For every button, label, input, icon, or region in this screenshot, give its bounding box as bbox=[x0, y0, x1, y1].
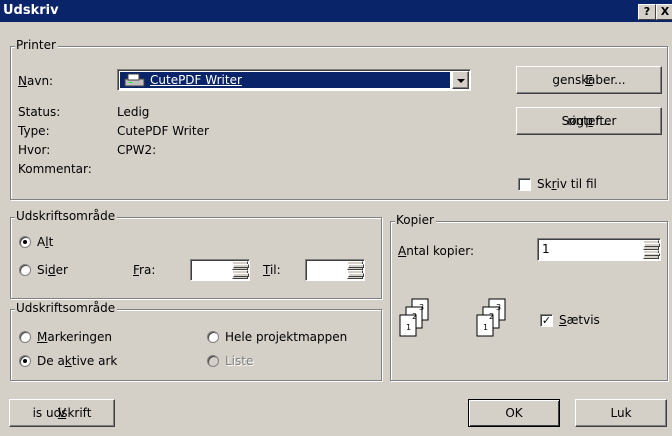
all-radio[interactable] bbox=[19, 236, 31, 248]
printer-name-label: Navn: bbox=[18, 74, 54, 88]
entire-workbook-label: Hele projektmappen bbox=[225, 330, 348, 344]
from-spin-up[interactable] bbox=[232, 261, 249, 270]
to-spinner[interactable] bbox=[347, 261, 364, 279]
copies-spin-down[interactable] bbox=[643, 249, 660, 259]
svg-text:2: 2 bbox=[489, 312, 494, 321]
printer-dropdown-button[interactable] bbox=[452, 71, 469, 89]
pages-radio[interactable] bbox=[19, 264, 31, 276]
from-spin-down[interactable] bbox=[232, 270, 249, 279]
copies-spin-up[interactable] bbox=[643, 240, 660, 250]
where-label: Hvor: bbox=[18, 143, 51, 157]
type-value: CutePDF Writer bbox=[117, 124, 209, 138]
svg-text:1: 1 bbox=[406, 323, 411, 332]
to-label: Til: bbox=[263, 263, 281, 277]
to-spin-down[interactable] bbox=[347, 270, 364, 279]
pages-label: Sider bbox=[37, 263, 68, 277]
arrow-up-icon bbox=[233, 264, 249, 268]
list-radio bbox=[207, 355, 219, 367]
status-label: Status: bbox=[18, 105, 61, 119]
print-what-group-label: Udskriftsområde bbox=[15, 301, 118, 315]
to-field[interactable] bbox=[305, 259, 365, 281]
svg-text:3: 3 bbox=[496, 303, 501, 312]
collate-checkbox[interactable]: ✓ bbox=[540, 314, 553, 327]
svg-text:3: 3 bbox=[419, 303, 424, 312]
copies-count-field[interactable]: 1 bbox=[537, 238, 661, 261]
comment-label: Kommentar: bbox=[18, 162, 92, 176]
print-range-group-label: Udskriftsområde bbox=[15, 209, 118, 223]
arrow-up-icon bbox=[348, 264, 364, 268]
print-to-file-checkbox[interactable] bbox=[518, 178, 531, 191]
svg-text:1: 1 bbox=[483, 323, 488, 332]
to-spin-up[interactable] bbox=[347, 261, 364, 270]
printer-select[interactable]: CutePDF Writer bbox=[117, 69, 471, 91]
print-range-group bbox=[10, 217, 382, 299]
entire-workbook-radio[interactable] bbox=[207, 331, 219, 343]
copies-count-value: 1 bbox=[542, 242, 550, 256]
arrow-down-icon bbox=[348, 273, 364, 277]
from-label: Fra: bbox=[133, 263, 156, 277]
printer-group-label: Printer bbox=[15, 38, 58, 52]
properties-button[interactable]: Egenskaber... bbox=[516, 66, 662, 94]
selection-radio[interactable] bbox=[19, 331, 31, 343]
selection-label: Markeringen bbox=[37, 330, 113, 344]
ok-button[interactable]: OK bbox=[468, 399, 560, 427]
chevron-down-icon bbox=[457, 79, 465, 83]
from-field[interactable] bbox=[190, 259, 250, 281]
print-dialog: Udskriv ? X Printer Navn: CutePDF Writer… bbox=[0, 0, 672, 436]
printer-select-value: CutePDF Writer bbox=[150, 73, 242, 87]
find-printer-button[interactable]: Søg efter p rinter... bbox=[516, 107, 662, 135]
type-label: Type: bbox=[18, 124, 50, 138]
window-title: Udskriv bbox=[3, 3, 59, 18]
printer-icon bbox=[124, 73, 145, 87]
close-button[interactable]: Luk bbox=[575, 399, 667, 427]
collate-pages-icon: 3 2 1 bbox=[399, 298, 429, 337]
from-spinner[interactable] bbox=[232, 261, 249, 279]
print-what-group bbox=[10, 309, 382, 381]
arrow-up-icon bbox=[644, 243, 660, 247]
print-to-file-label: Skriv til fil bbox=[537, 177, 597, 191]
copies-count-label: Antal kopier: bbox=[398, 244, 474, 258]
list-label: Liste bbox=[225, 354, 254, 368]
svg-text:2: 2 bbox=[412, 312, 417, 321]
all-label: Alt bbox=[37, 235, 54, 249]
close-window-button[interactable]: X bbox=[656, 4, 672, 20]
copies-spinner[interactable] bbox=[643, 240, 660, 259]
status-value: Ledig bbox=[117, 105, 150, 119]
title-bar[interactable]: Udskriv ? X bbox=[0, 0, 672, 22]
where-value: CPW2: bbox=[117, 143, 157, 157]
arrow-down-icon bbox=[644, 252, 660, 257]
collate-pages-icon-2: 3 2 1 bbox=[476, 298, 506, 337]
help-button[interactable]: ? bbox=[638, 4, 656, 20]
print-preview-button[interactable]: Vis udskrift bbox=[9, 399, 115, 427]
collate-label: Sætvis bbox=[559, 313, 600, 327]
active-sheets-label: De aktive ark bbox=[37, 354, 118, 368]
copies-group-label: Kopier bbox=[395, 213, 436, 227]
active-sheets-radio[interactable] bbox=[19, 355, 31, 367]
arrow-down-icon bbox=[233, 273, 249, 277]
